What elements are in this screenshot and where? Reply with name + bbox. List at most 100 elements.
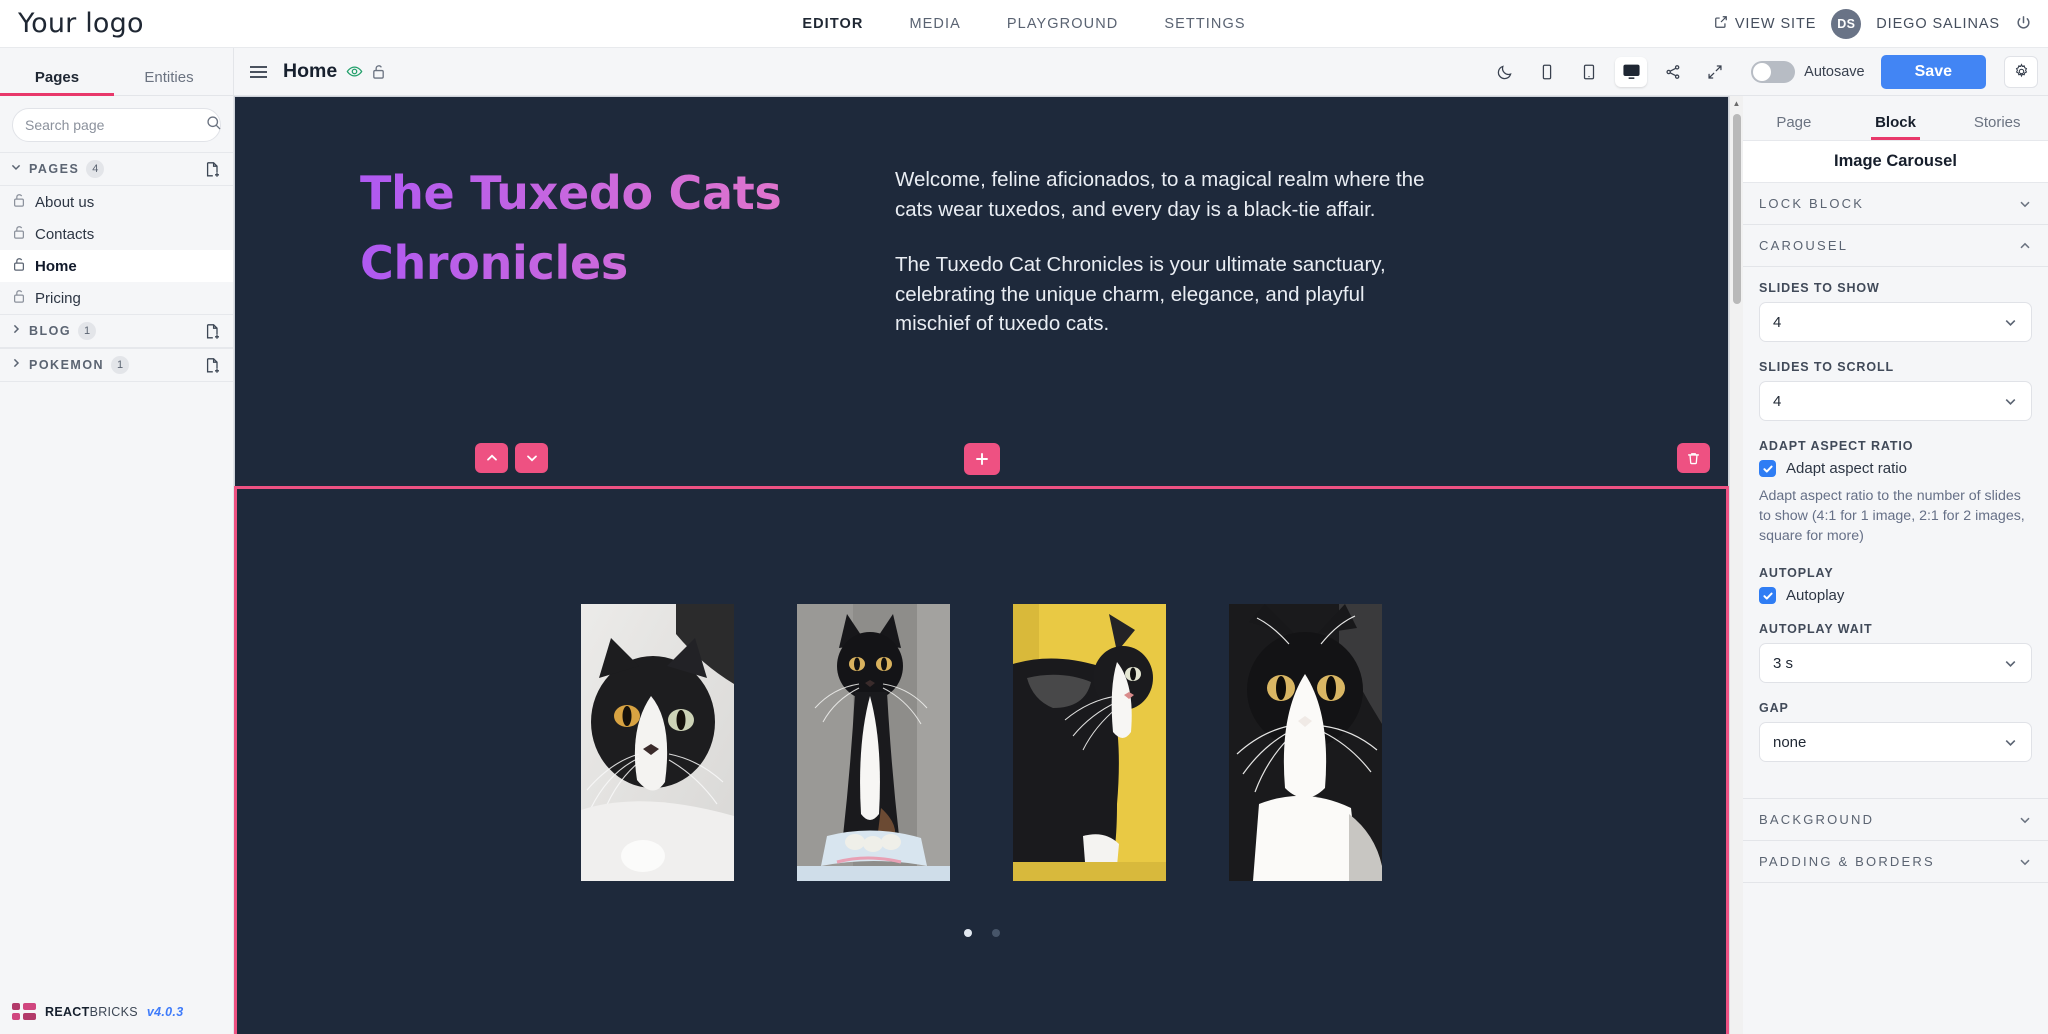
- delete-block-button[interactable]: [1677, 443, 1710, 473]
- view-controls: Autosave Save: [1489, 54, 2048, 89]
- tab-pages[interactable]: Pages: [0, 69, 114, 96]
- accordion-label: PADDING & BORDERS: [1759, 854, 1935, 870]
- sidebar-tabs: Pages Entities: [0, 48, 234, 96]
- reactbricks-brand: REACTBRICKS v4.0.3: [0, 989, 233, 1034]
- adapt-aspect-ratio-checkbox[interactable]: [1759, 460, 1776, 477]
- carousel-dot-active[interactable]: [963, 929, 972, 937]
- hero-body[interactable]: Welcome, feline aficionados, to a magica…: [895, 137, 1435, 487]
- group-label-blog: BLOG: [29, 324, 72, 338]
- save-button[interactable]: Save: [1880, 54, 1986, 89]
- chevron-up-icon: [2018, 239, 2032, 253]
- view-site-button[interactable]: VIEW SITE: [1714, 15, 1816, 33]
- external-link-icon: [1714, 15, 1728, 33]
- search-input[interactable]: [25, 117, 206, 133]
- gear-icon[interactable]: [2004, 55, 2038, 88]
- editor-canvas-wrapper: The Tuxedo Cats Chronicles Welcome, feli…: [234, 96, 1743, 1034]
- hero-paragraph-1[interactable]: Welcome, feline aficionados, to a magica…: [895, 165, 1435, 224]
- sidebar-item-contacts[interactable]: Contacts: [0, 218, 233, 250]
- autoplay-wait-value: 3 s: [1773, 654, 1794, 672]
- slides-to-scroll-select[interactable]: 4: [1759, 381, 2032, 421]
- autoplay-wait-label: AUTOPLAY WAIT: [1759, 622, 1873, 637]
- logout-button[interactable]: [2015, 15, 2032, 32]
- eye-icon[interactable]: [346, 63, 363, 80]
- carousel-slides: [237, 489, 1726, 881]
- cat-image-1: [581, 604, 734, 881]
- accordion-label: LOCK BLOCK: [1759, 196, 1865, 211]
- view-site-label: VIEW SITE: [1734, 15, 1817, 32]
- carousel-slide[interactable]: [1013, 604, 1166, 881]
- adapt-aspect-ratio-row[interactable]: Adapt aspect ratio: [1759, 460, 2032, 477]
- accordion-padding-borders[interactable]: PADDING & BORDERS: [1743, 841, 2048, 884]
- block-type-title: Image Carousel: [1743, 140, 2048, 183]
- tab-page[interactable]: Page: [1743, 114, 1845, 140]
- group-label-pages: PAGES: [29, 162, 80, 176]
- desktop-view-icon[interactable]: [1615, 56, 1648, 87]
- accordion-background[interactable]: BACKGROUND: [1743, 798, 2048, 842]
- group-count-blog: 1: [78, 322, 97, 340]
- document-bar: Home Autosave Save: [234, 48, 2048, 95]
- username-label: DIEGO SALINAS: [1876, 15, 2000, 32]
- move-block-down-button[interactable]: [515, 443, 548, 473]
- hero-paragraph-2[interactable]: The Tuxedo Cat Chronicles is your ultima…: [895, 250, 1435, 339]
- slides-to-show-value: 4: [1773, 313, 1782, 331]
- carousel-dot[interactable]: [991, 929, 1000, 937]
- scrollbar-thumb[interactable]: [1732, 114, 1741, 304]
- tab-entities[interactable]: Entities: [114, 69, 224, 95]
- gap-select[interactable]: none: [1759, 722, 2032, 763]
- group-count-pages: 4: [86, 160, 105, 178]
- move-block-up-button[interactable]: [475, 443, 508, 473]
- group-pokemon[interactable]: POKEMON 1: [0, 348, 233, 382]
- image-carousel-block[interactable]: [234, 486, 1729, 1034]
- top-bar: Your logo EDITOR MEDIA PLAYGROUND SETTIN…: [0, 0, 2048, 48]
- autoplay-row[interactable]: Autoplay: [1759, 587, 2032, 605]
- accordion-lock-block[interactable]: LOCK BLOCK: [1743, 183, 2048, 225]
- nav-item-settings[interactable]: SETTINGS: [1164, 16, 1245, 32]
- group-pages[interactable]: PAGES 4: [0, 152, 233, 186]
- search-box[interactable]: [12, 108, 221, 142]
- carousel-slide[interactable]: [1229, 604, 1382, 881]
- add-page-icon[interactable]: [205, 323, 221, 340]
- top-navigation: EDITOR MEDIA PLAYGROUND SETTINGS: [802, 16, 1245, 32]
- carousel-slide[interactable]: [797, 604, 950, 881]
- add-page-icon[interactable]: [205, 161, 221, 178]
- scroll-up-icon[interactable]: ▲: [1733, 99, 1741, 108]
- hero-title[interactable]: The Tuxedo Cats Chronicles: [295, 137, 855, 487]
- slides-to-show-label: SLIDES TO SHOW: [1759, 281, 1880, 295]
- mobile-view-icon[interactable]: [1531, 57, 1563, 87]
- dark-mode-icon[interactable]: [1489, 57, 1521, 87]
- share-icon[interactable]: [1657, 57, 1689, 87]
- group-count-pokemon: 1: [111, 356, 130, 374]
- panel-tabs: Page Block Stories: [1743, 96, 2048, 140]
- autoplay-wait-select[interactable]: 3 s: [1759, 643, 2032, 684]
- cat-image-2: [797, 604, 950, 881]
- slides-to-show-select[interactable]: 4: [1759, 302, 2032, 342]
- autoplay-checkbox[interactable]: [1759, 587, 1776, 605]
- avatar[interactable]: DS: [1831, 8, 1862, 39]
- tab-block[interactable]: Block: [1845, 114, 1947, 140]
- carousel-slide[interactable]: [581, 604, 734, 881]
- editor-canvas: The Tuxedo Cats Chronicles Welcome, feli…: [234, 96, 1729, 1034]
- add-block-button[interactable]: [963, 443, 1000, 475]
- brand-name-bold: REACT: [45, 1004, 90, 1019]
- unlock-icon[interactable]: [371, 63, 386, 80]
- nav-item-media[interactable]: MEDIA: [909, 16, 960, 32]
- autoplay-checkbox-label: Autoplay: [1786, 587, 1845, 605]
- sidebar-item-pricing[interactable]: Pricing: [0, 282, 233, 314]
- unlock-icon: [12, 224, 26, 244]
- hero-block[interactable]: The Tuxedo Cats Chronicles Welcome, feli…: [234, 96, 1729, 488]
- canvas-scrollbar[interactable]: ▲: [1729, 96, 1743, 1034]
- tab-stories[interactable]: Stories: [1946, 114, 2048, 140]
- nav-item-editor[interactable]: EDITOR: [802, 16, 863, 32]
- accordion-carousel[interactable]: CAROUSEL: [1743, 225, 2048, 267]
- tablet-view-icon[interactable]: [1573, 57, 1605, 87]
- autosave-toggle[interactable]: [1751, 60, 1796, 83]
- group-blog[interactable]: BLOG 1: [0, 314, 233, 348]
- nav-item-playground[interactable]: PLAYGROUND: [1007, 16, 1118, 32]
- fullscreen-icon[interactable]: [1699, 57, 1731, 87]
- menu-icon[interactable]: [250, 65, 267, 78]
- sidebar-item-about-us[interactable]: About us: [0, 186, 233, 218]
- sidebar-item-home[interactable]: Home: [0, 250, 233, 282]
- add-page-icon[interactable]: [205, 357, 221, 374]
- main-area: PAGES 4 About us Cont: [0, 96, 2048, 1034]
- accordion-label: BACKGROUND: [1759, 812, 1875, 828]
